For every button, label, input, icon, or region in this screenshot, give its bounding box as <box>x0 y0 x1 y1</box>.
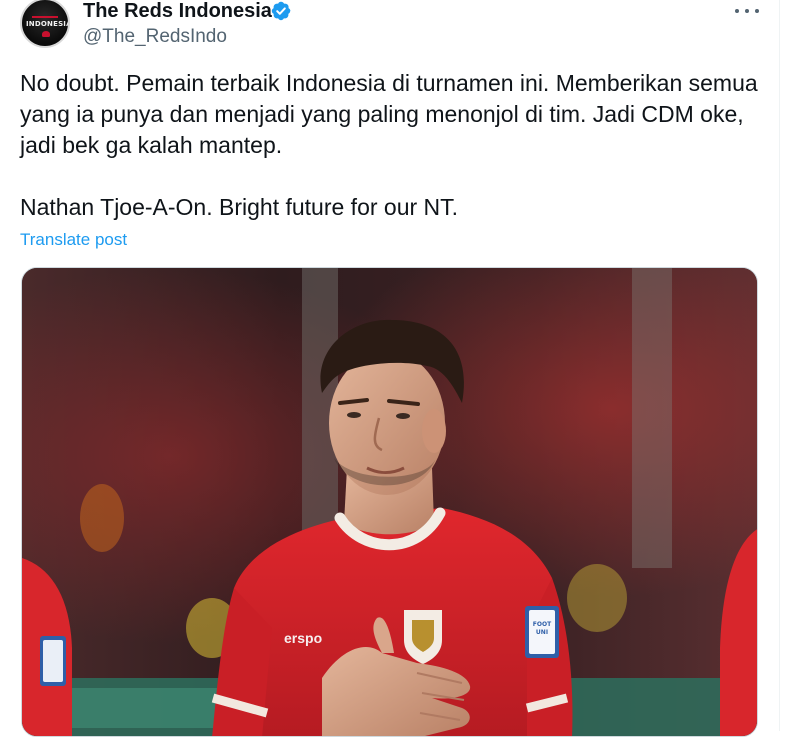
more-options-icon[interactable] <box>735 2 759 20</box>
author-display-name[interactable]: The Reds Indonesia <box>83 0 272 22</box>
avatar-badge-bar <box>32 16 58 18</box>
svg-text:UNI: UNI <box>536 629 548 636</box>
timeline-border <box>779 0 780 731</box>
more-dot <box>755 9 759 13</box>
translate-post-link[interactable]: Translate post <box>20 229 127 251</box>
liverbird-icon <box>42 31 50 37</box>
tweet-text: No doubt. Pemain terbaik Indonesia di tu… <box>20 70 758 220</box>
verified-badge-icon[interactable] <box>270 0 292 22</box>
player-photo: FOOT UNI erspo <box>22 268 757 736</box>
avatar-badge-text: INDONESIA <box>26 20 70 28</box>
author-handle[interactable]: @The_RedsIndo <box>83 26 227 48</box>
jersey-brand-text: erspo <box>284 630 322 646</box>
tweet-media-photo[interactable]: FOOT UNI erspo <box>21 267 758 737</box>
more-dot <box>735 9 739 13</box>
avatar[interactable]: INDONESIA <box>20 0 70 48</box>
svg-text:FOOT: FOOT <box>533 621 552 628</box>
more-dot <box>745 9 749 13</box>
